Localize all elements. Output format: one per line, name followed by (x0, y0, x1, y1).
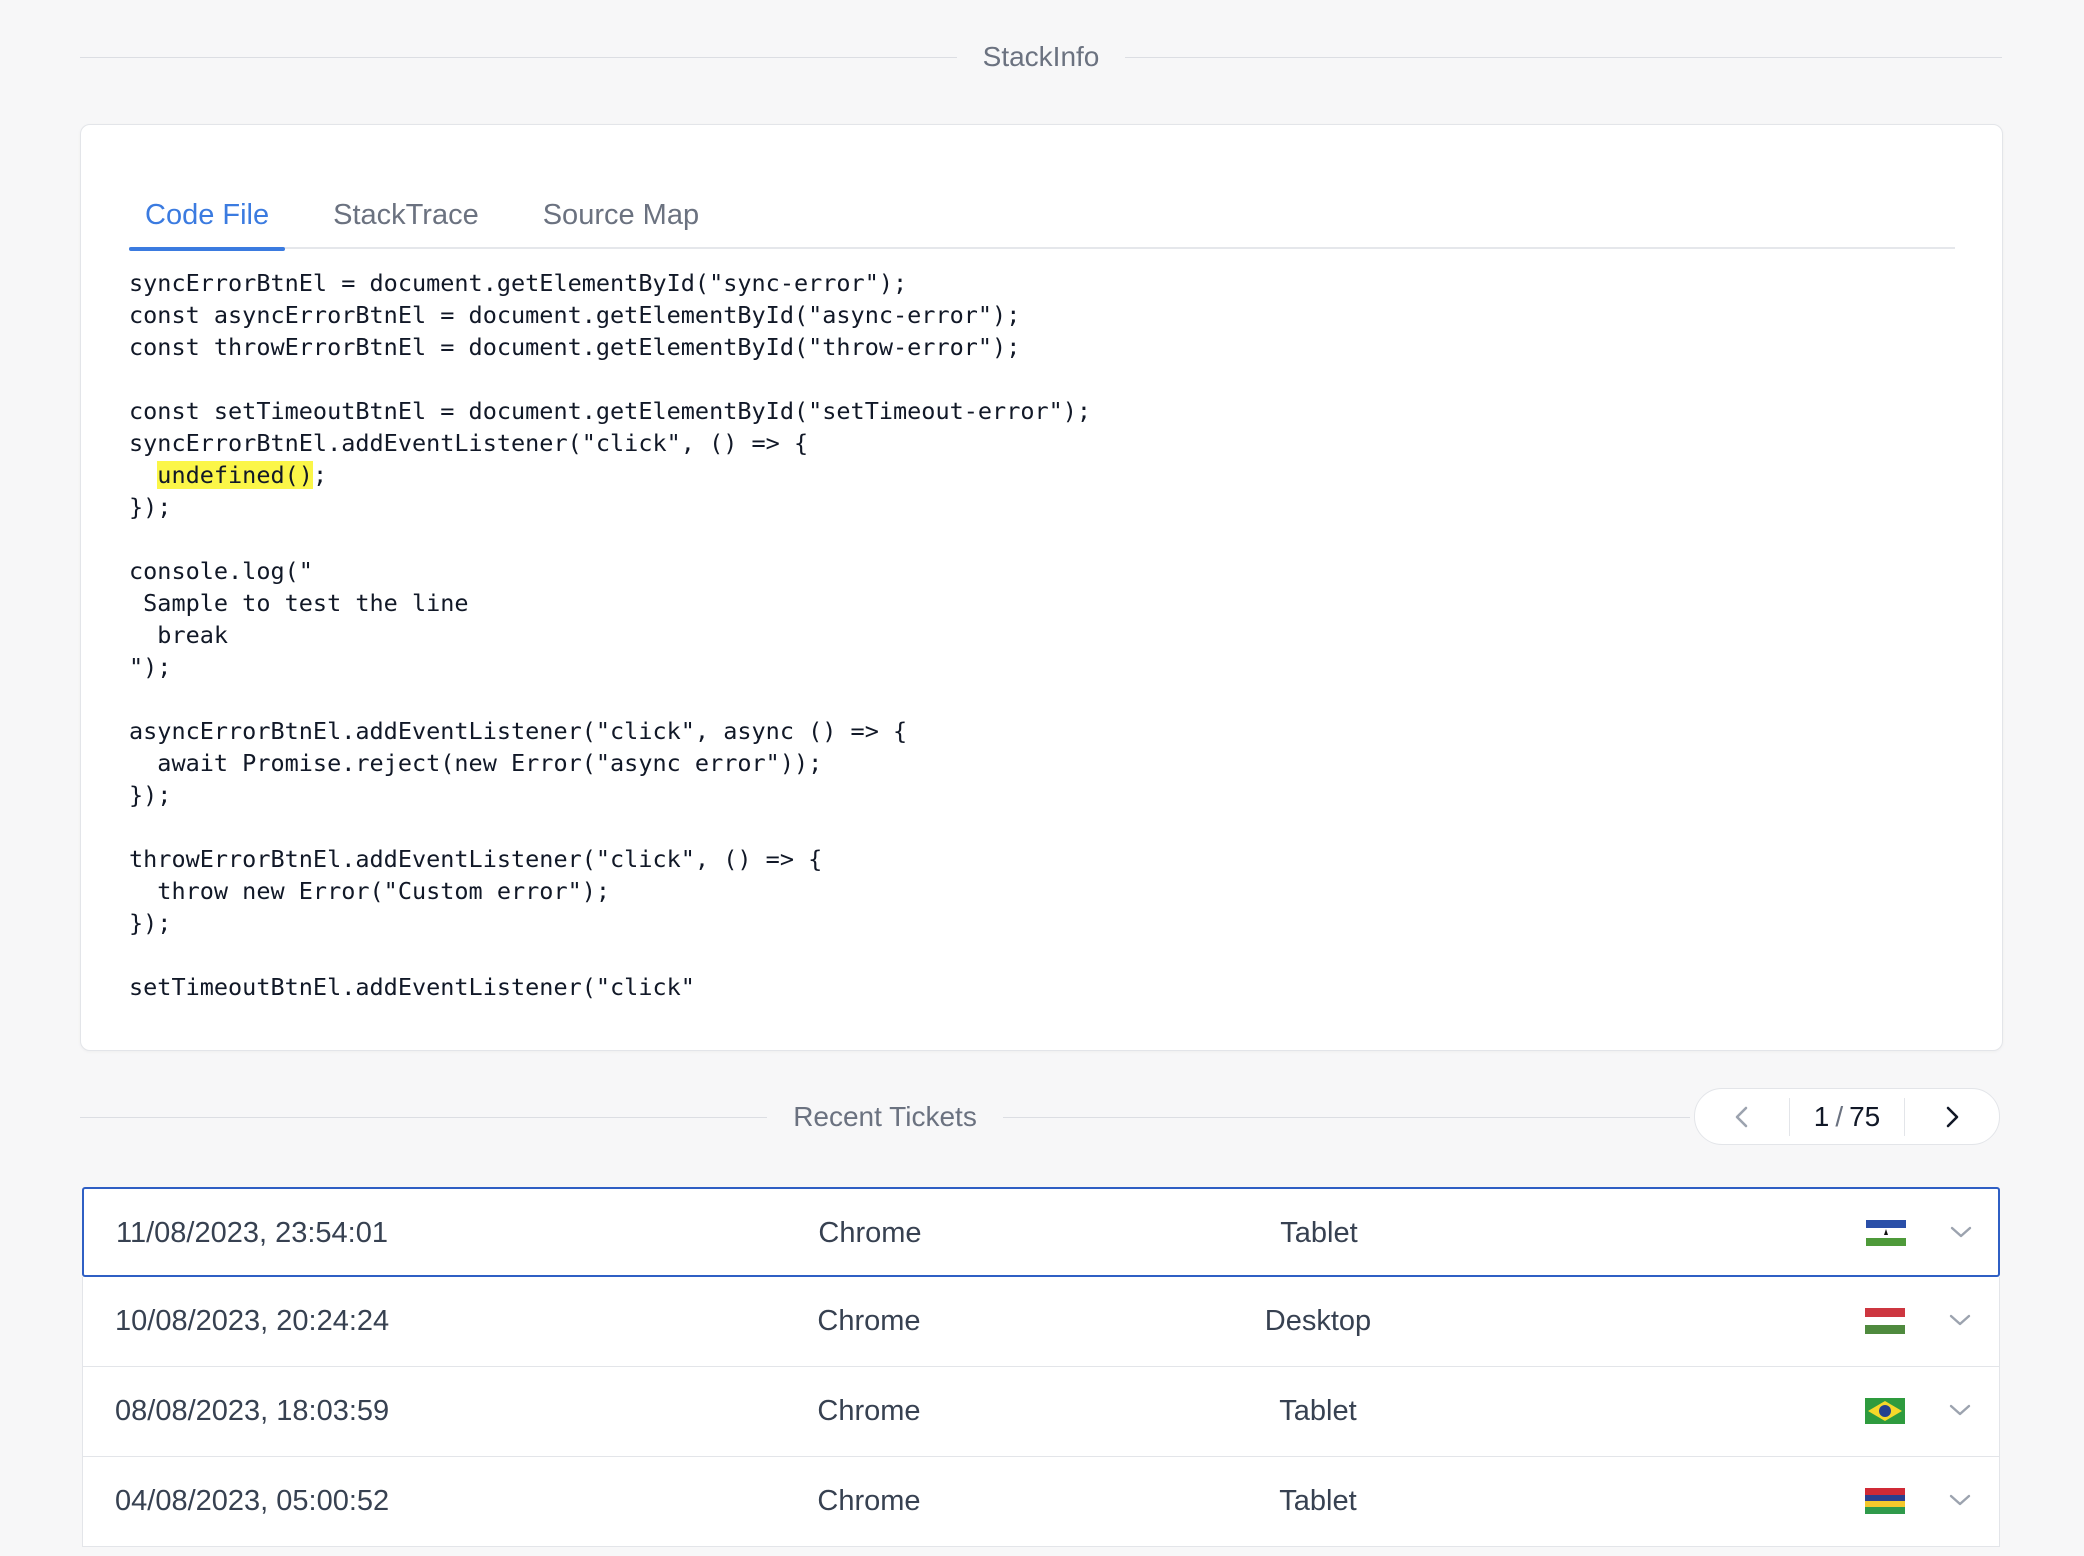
chevron-left-icon (1735, 1106, 1748, 1127)
expand-ticket-button[interactable] (1946, 1217, 1976, 1247)
divider-line-right (1002, 1116, 1691, 1118)
recent-tickets-title: Recent Tickets (793, 1101, 977, 1132)
stackinfo-divider: StackInfo (80, 36, 2003, 78)
ticket-device: Desktop (1264, 1305, 1372, 1337)
tab-code-file[interactable]: Code File (129, 185, 286, 251)
code-before-highlight: syncErrorBtnEl = document.getElementById… (129, 269, 1092, 457)
code-card: Code File StackTrace Source Map syncErro… (80, 124, 2003, 1051)
chevron-down-icon (1949, 1314, 1971, 1326)
expand-ticket-button[interactable] (1945, 1305, 1975, 1335)
stackinfo-title: StackInfo (982, 41, 1100, 72)
ticket-datetime: 04/08/2023, 05:00:52 (115, 1485, 390, 1517)
ticket-datetime: 11/08/2023, 23:54:01 (116, 1217, 388, 1249)
chevron-down-icon (1949, 1494, 1971, 1506)
tab-bar: Code File StackTrace Source Map (129, 185, 1955, 251)
chevron-down-icon (1950, 1226, 1972, 1238)
chevron-right-icon (1946, 1106, 1959, 1127)
code-after-highlight: ; }); console.log(" Sample to test the l… (129, 461, 908, 1001)
chevron-down-icon (1949, 1404, 1971, 1416)
ticket-browser: Chrome (817, 1485, 921, 1517)
ticket-row[interactable]: 10/08/2023, 20:24:24 Chrome Desktop (82, 1277, 2000, 1367)
lesotho-flag-icon (1866, 1220, 1906, 1246)
mauritius-flag-icon (1865, 1488, 1905, 1514)
divider-line-right (1125, 56, 2003, 58)
divider-line-left (80, 56, 957, 58)
tickets-list: 11/08/2023, 23:54:01 Chrome Tablet 10/08… (82, 1187, 2000, 1547)
ticket-browser: Chrome (817, 1395, 921, 1427)
tab-source-map[interactable]: Source Map (527, 185, 715, 249)
total-pages: 75 (1849, 1100, 1881, 1132)
ticket-datetime: 10/08/2023, 20:24:24 (115, 1305, 390, 1337)
code-highlight: undefined() (157, 461, 313, 489)
ticket-device: Tablet (1279, 1485, 1357, 1517)
ticket-row[interactable]: 11/08/2023, 23:54:01 Chrome Tablet (82, 1187, 2000, 1277)
page-slash: / (1835, 1100, 1844, 1132)
ticket-device: Tablet (1279, 1395, 1357, 1427)
current-page: 1 (1813, 1100, 1830, 1132)
recent-tickets-divider: Recent Tickets (80, 1096, 1691, 1138)
ticket-browser: Chrome (817, 1305, 921, 1337)
tab-stacktrace[interactable]: StackTrace (317, 185, 495, 249)
ticket-browser: Chrome (818, 1217, 922, 1249)
ticket-row[interactable]: 08/08/2023, 18:03:59 Chrome Tablet (82, 1367, 2000, 1457)
ticket-device: Tablet (1280, 1217, 1358, 1249)
hungary-flag-icon (1865, 1308, 1905, 1334)
brazil-flag-icon (1865, 1398, 1905, 1424)
code-block: syncErrorBtnEl = document.getElementById… (129, 267, 1091, 1003)
next-page-button[interactable] (1905, 1089, 1999, 1144)
expand-ticket-button[interactable] (1945, 1395, 1975, 1425)
page-indicator: 1/75 (1790, 1101, 1904, 1133)
prev-page-button[interactable] (1695, 1089, 1789, 1144)
divider-line-left (80, 1116, 768, 1118)
expand-ticket-button[interactable] (1945, 1485, 1975, 1515)
ticket-datetime: 08/08/2023, 18:03:59 (115, 1395, 390, 1427)
ticket-row[interactable]: 04/08/2023, 05:00:52 Chrome Tablet (82, 1457, 2000, 1547)
ticket-pager: 1/75 (1694, 1088, 2000, 1145)
